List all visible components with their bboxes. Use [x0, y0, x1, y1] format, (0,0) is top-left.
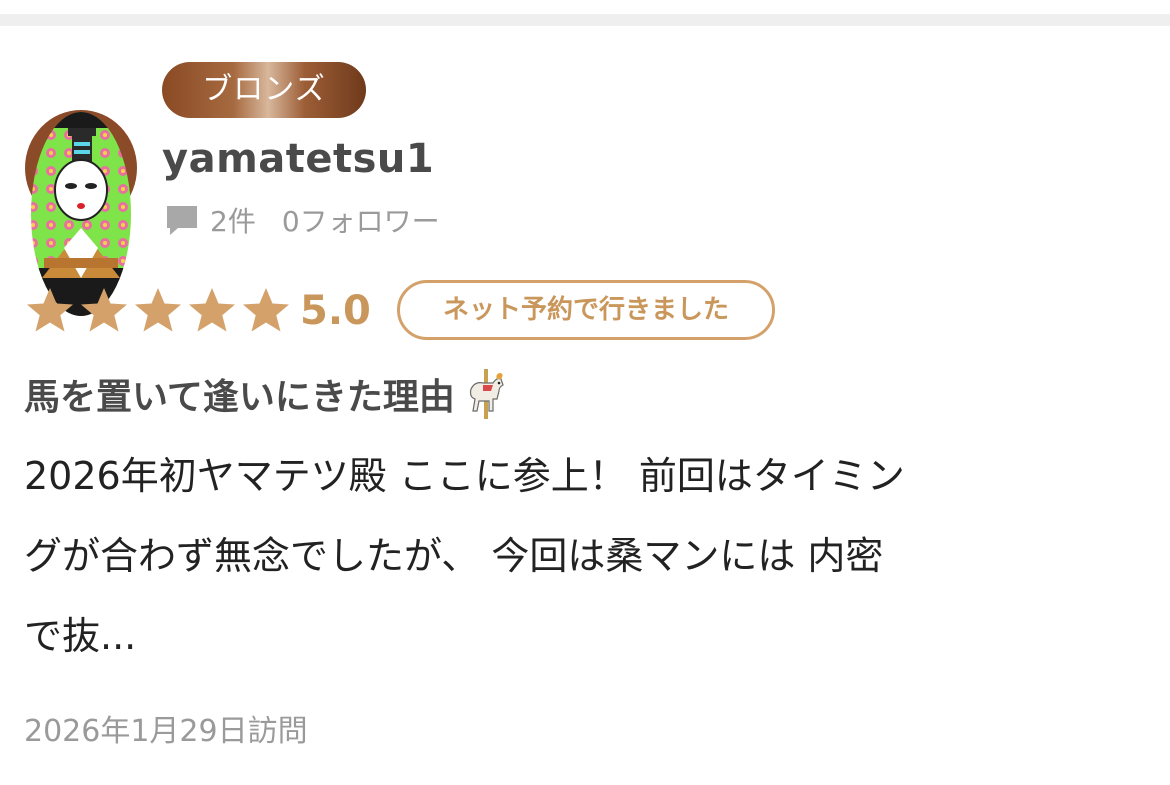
star-rating: 5.0 — [24, 282, 371, 340]
star-filled-icon — [27, 288, 73, 332]
review-count[interactable]: 2件 — [210, 200, 256, 240]
review-title[interactable]: 馬を置いて逢いにきた理由 — [24, 364, 513, 424]
review-card[interactable]: ブロンズ yamatetsu1 2件 0フォロワー 5.0 ネット予約で行きまし… — [0, 26, 1170, 785]
star-filled-icon — [189, 288, 235, 332]
top-separator — [0, 0, 1170, 26]
rating-score: 5.0 — [300, 288, 371, 334]
visit-date: 2026年1月29日訪問 — [24, 714, 308, 749]
star-filled-icon — [243, 288, 289, 332]
comment-icon — [167, 206, 197, 235]
follower-count[interactable]: 0フォロワー — [282, 200, 440, 240]
user-stats: 2件 0フォロワー — [164, 200, 440, 240]
review-body-line: グが合わず無念でしたが、 今回は桑マンには 内密 — [24, 534, 884, 578]
review-body[interactable]: 2026年初ヤマテツ殿 ここに参上！ 前回はタイミン グが合わず無念でしたが、 … — [24, 436, 1154, 676]
review-body-line: で抜... — [24, 614, 137, 658]
star-filled-icon — [81, 288, 127, 332]
booking-tag: ネット予約で行きました — [397, 280, 775, 340]
review-title-text[interactable]: 馬を置いて逢いにきた理由 — [24, 368, 455, 420]
rank-badge: ブロンズ — [162, 62, 366, 118]
star-filled-icon — [135, 288, 181, 332]
carousel-horse-icon — [469, 369, 504, 419]
review-body-line: 2026年初ヤマテツ殿 ここに参上！ 前回はタイミン — [24, 454, 905, 498]
username[interactable]: yamatetsu1 — [162, 136, 434, 182]
